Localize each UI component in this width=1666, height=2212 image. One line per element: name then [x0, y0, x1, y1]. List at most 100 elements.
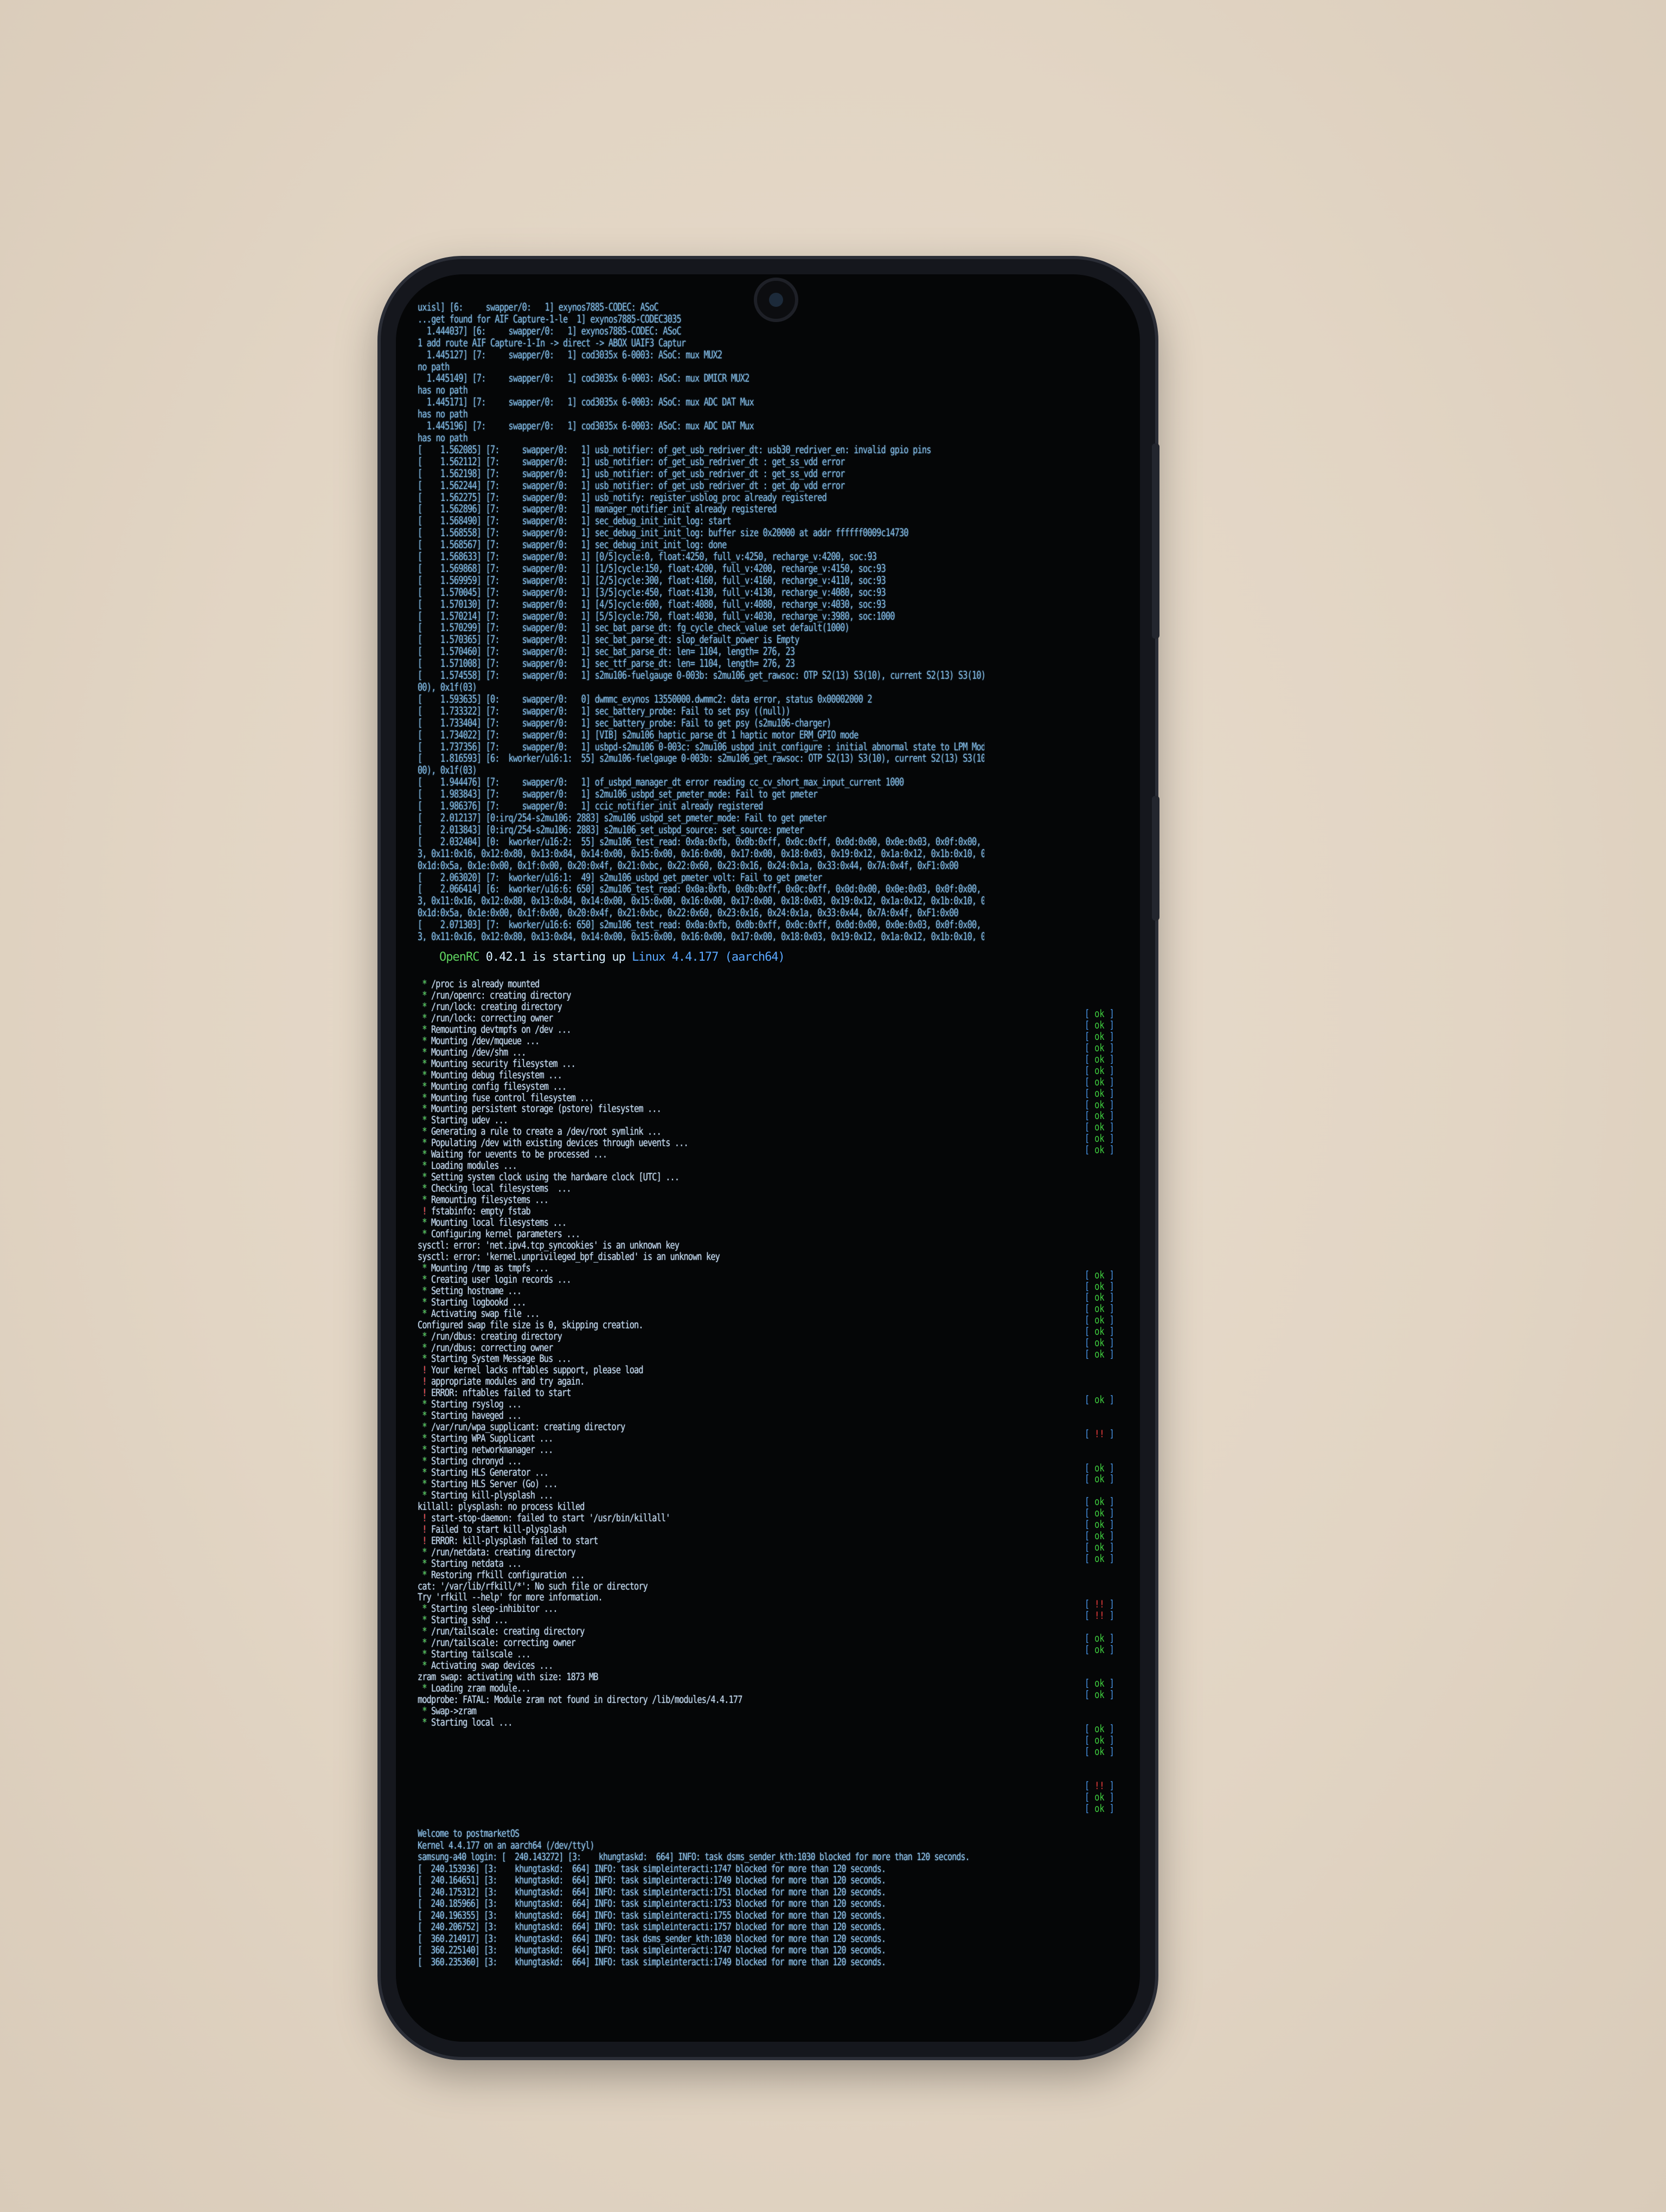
openrc-starting: is starting up — [532, 951, 625, 964]
kernel-log-line: [ 1.944476] [7: swapper/0: 1] of_usbpd_m… — [418, 776, 904, 789]
boot-log-line: * Mounting debug filesystem ... — [418, 1070, 907, 1082]
boot-log-text: Starting chronyd ... — [431, 1456, 522, 1468]
boot-log-text: Loading zram module... — [431, 1683, 531, 1695]
status-marker-icon: * — [418, 1410, 431, 1422]
status-marker-icon: * — [418, 989, 431, 1001]
boot-log-line: * Populating /dev with existing devices … — [418, 1137, 907, 1149]
console-line: Welcome to postmarketOS — [418, 1828, 520, 1840]
boot-log-text: Swap->zram — [431, 1706, 477, 1717]
kernel-log-line: [ 2.063020] [7: kworker/u16:1: 49] s2mu1… — [418, 871, 822, 884]
status-mark — [1085, 1156, 1120, 1168]
openrc-version: 0.42.1 — [485, 951, 526, 964]
status-mark — [1085, 1236, 1120, 1248]
boot-log-text: Starting haveged ... — [431, 1410, 522, 1422]
boot-log-text: cat: '/var/lib/rfkill/*': No such file o… — [418, 1580, 648, 1592]
status-mark: [ ok ] — [1085, 1110, 1114, 1122]
kernel-log-line: has no path — [418, 384, 468, 397]
status-marker-icon: * — [418, 1353, 431, 1365]
openrc-kernel: Linux 4.4.177 — [632, 951, 719, 964]
status-mark: [ ok ] — [1085, 1338, 1114, 1349]
boot-log-text: /proc is already mounted — [431, 979, 540, 990]
error-marker-icon: ! — [418, 1365, 431, 1377]
status-marker-icon: * — [418, 1422, 431, 1433]
kernel-log-line: [ 2.012137] [0:irq/254-s2mu106: 2883] s2… — [418, 811, 827, 824]
boot-log-line: * Checking local filesystems ... — [418, 1183, 907, 1195]
kernel-log-line: 1.445171] [7: swapper/0: 1] cod3035x 6-0… — [418, 396, 754, 409]
status-marker-icon: * — [418, 1274, 431, 1285]
status-mark — [1085, 1622, 1120, 1634]
phone-screen: uxisl] [6: swapper/0: 1] exynos7885-CODE… — [396, 274, 1140, 2042]
status-mark: [ ok ] — [1085, 1122, 1114, 1134]
status-marker-icon: * — [418, 1058, 431, 1070]
status-mark — [1085, 1713, 1120, 1724]
status-mark: [ ok ] — [1085, 1724, 1114, 1735]
status-mark: [ ok ] — [1085, 1519, 1114, 1531]
boot-log-line: * Remounting devtmpfs on /dev ... — [418, 1024, 907, 1036]
boot-log-text: killall: plysplash: no process killed — [418, 1501, 585, 1513]
status-marker-icon: * — [418, 1137, 431, 1149]
status-marker-icon: * — [418, 1081, 431, 1092]
boot-log-text: Failed to start kill-plysplash — [431, 1523, 567, 1535]
volume-button — [1152, 443, 1159, 639]
front-camera-icon — [754, 278, 798, 322]
kernel-log-line: 1.445127] [7: swapper/0: 1] cod3035x 6-0… — [418, 348, 722, 361]
status-mark — [1085, 1565, 1120, 1577]
error-marker-icon: ! — [418, 1535, 431, 1547]
status-marker-icon: * — [418, 1115, 431, 1127]
console-line: [ 240.153936] [3: khungtaskd: 664] INFO:… — [418, 1862, 886, 1875]
status-marker-icon: * — [418, 1649, 431, 1661]
status-marker-icon: * — [418, 1012, 431, 1024]
status-marker-icon: * — [418, 1637, 431, 1649]
kernel-log-line: [ 2.066414] [6: kworker/u16:6: 650] s2mu… — [418, 883, 985, 896]
status-marker-icon: * — [418, 1626, 431, 1638]
kernel-log-line: [ 1.569868] [7: swapper/0: 1] [1/5]cycle… — [418, 562, 886, 575]
boot-log-text: /var/run/wpa_supplicant: creating direct… — [431, 1422, 625, 1433]
boot-log-line: * Restoring rfkill configuration ... — [418, 1570, 907, 1581]
error-marker-icon: ! — [418, 1206, 431, 1218]
boot-log-line: zram swap: activating with size: 1873 MB — [418, 1671, 907, 1683]
status-marker-icon: * — [418, 1160, 431, 1172]
boot-log-line: * Starting HLS Server (Go) ... — [418, 1478, 907, 1490]
boot-log-text: Mounting /dev/mqueue ... — [431, 1035, 540, 1047]
boot-log-line: * Generating a rule to create a /dev/roo… — [418, 1126, 907, 1138]
status-marker-icon: * — [418, 1683, 431, 1695]
status-mark — [1085, 1225, 1120, 1236]
boot-log-text: Mounting /tmp as tmpfs ... — [431, 1262, 549, 1274]
kernel-log-line: [ 1.737356] [7: swapper/0: 1] usbpd-s2mu… — [418, 740, 985, 753]
status-marker-icon: * — [418, 1456, 431, 1468]
kernel-log-line: has no path — [418, 431, 468, 444]
console-line: [ 360.225140] [3: khungtaskd: 664] INFO:… — [418, 1944, 886, 1956]
status-mark — [1085, 1372, 1120, 1384]
status-marker-icon: * — [418, 1444, 431, 1456]
kernel-log-line: 3, 0x11:0x16, 0x12:0x80, 0x13:0x84, 0x14… — [418, 895, 985, 908]
status-marker-icon: * — [418, 1069, 431, 1081]
openrc-boot-log: * /proc is already mounted * /run/openrc… — [418, 979, 907, 1825]
kernel-log-line: 1 add route AIF Capture-1-In -> direct -… — [418, 336, 686, 349]
status-mark: [ ok ] — [1085, 1803, 1114, 1815]
kernel-log-line: [ 1.562112] [7: swapper/0: 1] usb_notifi… — [418, 455, 845, 468]
boot-log-text: Your kernel lacks nftables support, plea… — [431, 1365, 644, 1377]
boot-log-line: * Starting sshd ... — [418, 1615, 907, 1626]
kernel-log-line: [ 1.570299] [7: swapper/0: 1] sec_bat_pa… — [418, 621, 850, 634]
status-mark — [1085, 1213, 1120, 1225]
status-mark: [ ok ] — [1085, 1099, 1114, 1111]
boot-log-text: Mounting debug filesystem ... — [431, 1069, 562, 1081]
boot-log-line: ! start-stop-daemon: failed to start '/u… — [418, 1513, 907, 1525]
error-marker-icon: ! — [418, 1512, 431, 1524]
status-marker-icon: * — [418, 1046, 431, 1058]
boot-log-text: sysctl: error: 'kernel.unprivileged_bpf_… — [418, 1251, 720, 1263]
status-marker-icon: * — [418, 1489, 431, 1501]
console-line: Kernel 4.4.177 on an aarch64 (/dev/ttyl) — [418, 1839, 594, 1851]
boot-log-text: Mounting fuse control filesystem ... — [431, 1092, 594, 1104]
boot-log-text: /run/tailscale: correcting owner — [431, 1637, 576, 1649]
status-mark — [1085, 1770, 1120, 1781]
status-marker-icon: * — [418, 1183, 431, 1195]
boot-log-text: Mounting config filesystem ... — [431, 1081, 567, 1092]
kernel-log-line: [ 1.570214] [7: swapper/0: 1] [5/5]cycle… — [418, 609, 895, 622]
status-marker-icon: * — [418, 1330, 431, 1342]
status-mark — [1085, 1667, 1120, 1679]
status-marker-icon: * — [418, 1172, 431, 1184]
kernel-log-line: 00), 0x1f(03) — [418, 764, 477, 777]
status-mark: [ ok ] — [1085, 1031, 1114, 1043]
kernel-log-line: [ 1.568633] [7: swapper/0: 1] [0/5]cycle… — [418, 550, 877, 563]
